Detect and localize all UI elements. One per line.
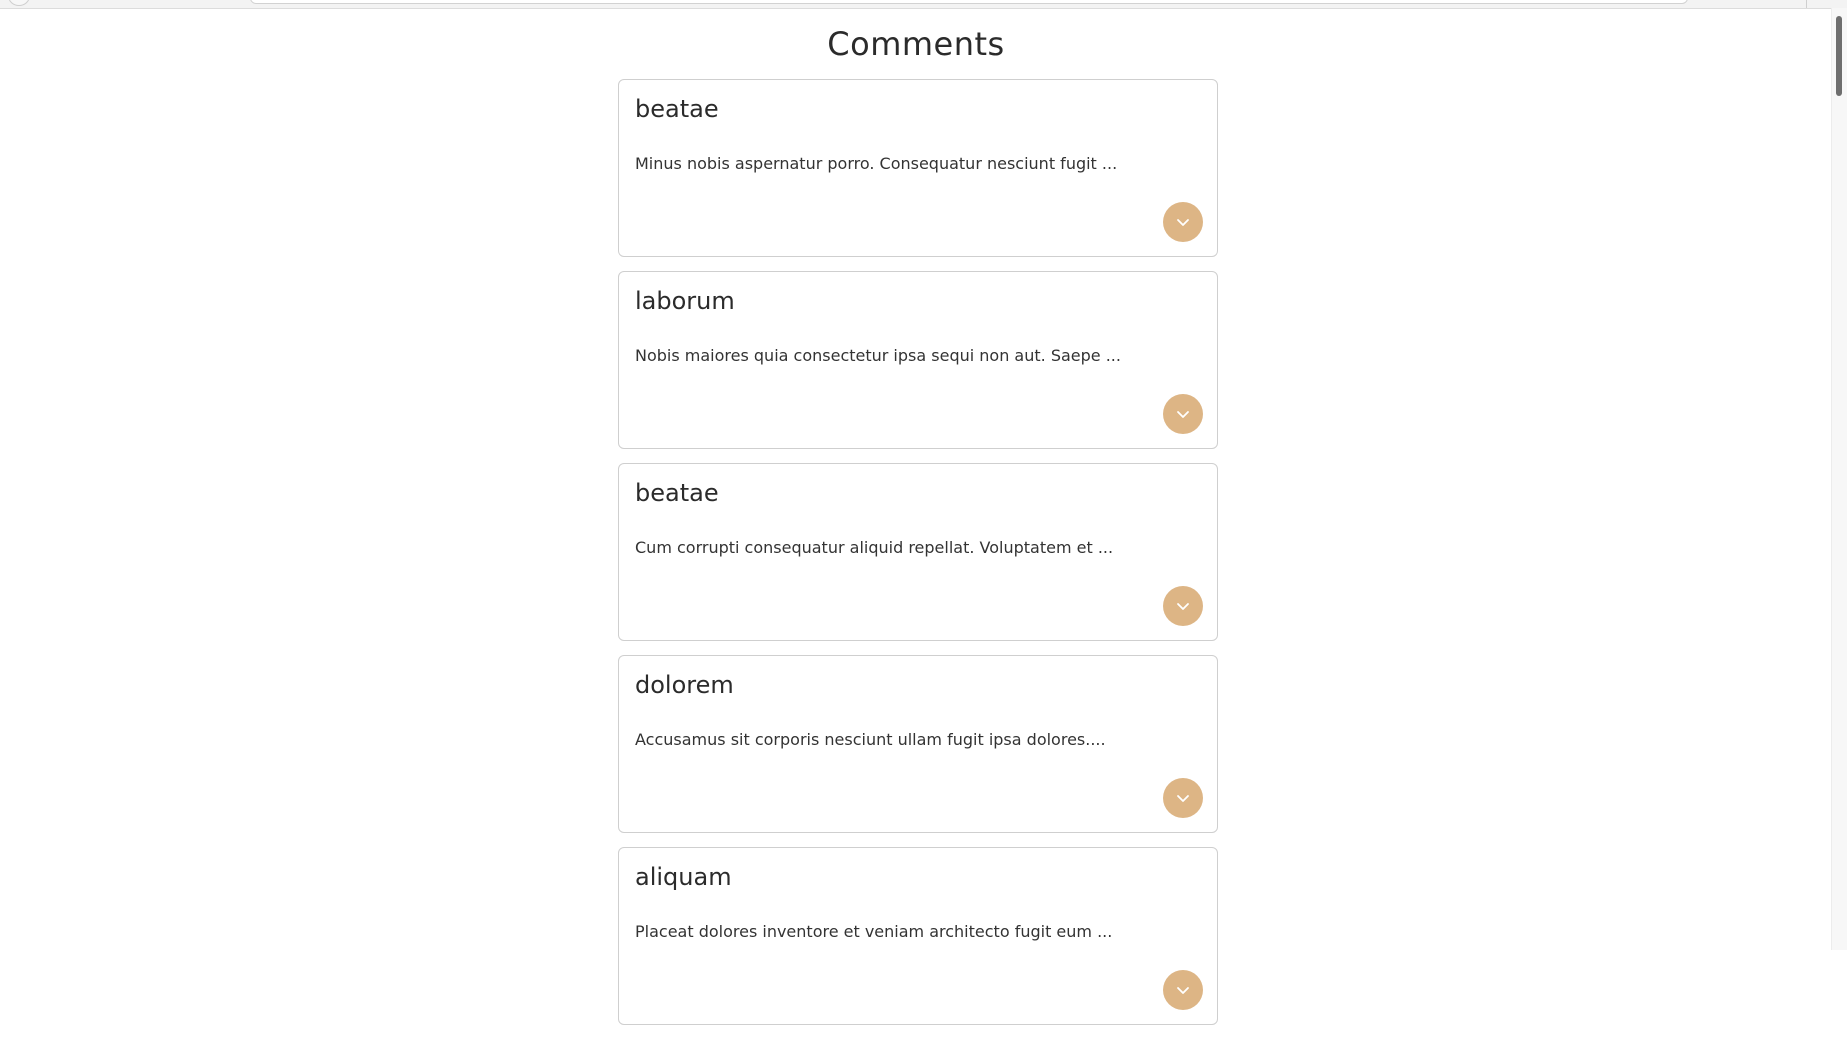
toolbar-divider <box>1806 0 1807 8</box>
scrollbar-thumb[interactable] <box>1836 16 1842 96</box>
comment-card: aliquam Placeat dolores inventore et ven… <box>618 847 1218 1025</box>
expand-comment-button[interactable] <box>1163 970 1203 1010</box>
expand-comment-button[interactable] <box>1163 586 1203 626</box>
address-bar[interactable] <box>250 0 1688 4</box>
comment-card: dolorem Accusamus sit corporis nesciunt … <box>618 655 1218 833</box>
chevron-down-icon <box>1177 218 1189 226</box>
comment-excerpt: Cum corrupti consequatur aliquid repella… <box>635 538 1114 557</box>
comment-title: aliquam <box>635 863 732 891</box>
vertical-scrollbar[interactable] <box>1831 8 1847 950</box>
comment-list: beatae Minus nobis aspernatur porro. Con… <box>618 79 1218 1039</box>
comment-title: beatae <box>635 95 719 123</box>
comment-excerpt: Nobis maiores quia consectetur ipsa sequ… <box>635 346 1121 365</box>
comment-card: laborum Nobis maiores quia consectetur i… <box>618 271 1218 449</box>
comment-excerpt: Minus nobis aspernatur porro. Consequatu… <box>635 154 1118 173</box>
comment-title: laborum <box>635 287 735 315</box>
chevron-down-icon <box>1177 410 1189 418</box>
comment-title: dolorem <box>635 671 734 699</box>
expand-comment-button[interactable] <box>1163 202 1203 242</box>
chevron-down-icon <box>1177 794 1189 802</box>
browser-toolbar <box>0 0 1847 9</box>
page-title: Comments <box>827 25 1005 63</box>
comment-excerpt: Placeat dolores inventore et veniam arch… <box>635 922 1113 941</box>
comment-card: beatae Cum corrupti consequatur aliquid … <box>618 463 1218 641</box>
comment-card: beatae Minus nobis aspernatur porro. Con… <box>618 79 1218 257</box>
comments-page: Comments beatae Minus nobis aspernatur p… <box>0 9 1832 1025</box>
comment-excerpt: Accusamus sit corporis nesciunt ullam fu… <box>635 730 1106 749</box>
chevron-down-icon <box>1177 986 1189 994</box>
comment-title: beatae <box>635 479 719 507</box>
expand-comment-button[interactable] <box>1163 394 1203 434</box>
browser-nav-button[interactable] <box>8 0 30 6</box>
expand-comment-button[interactable] <box>1163 778 1203 818</box>
chevron-down-icon <box>1177 602 1189 610</box>
